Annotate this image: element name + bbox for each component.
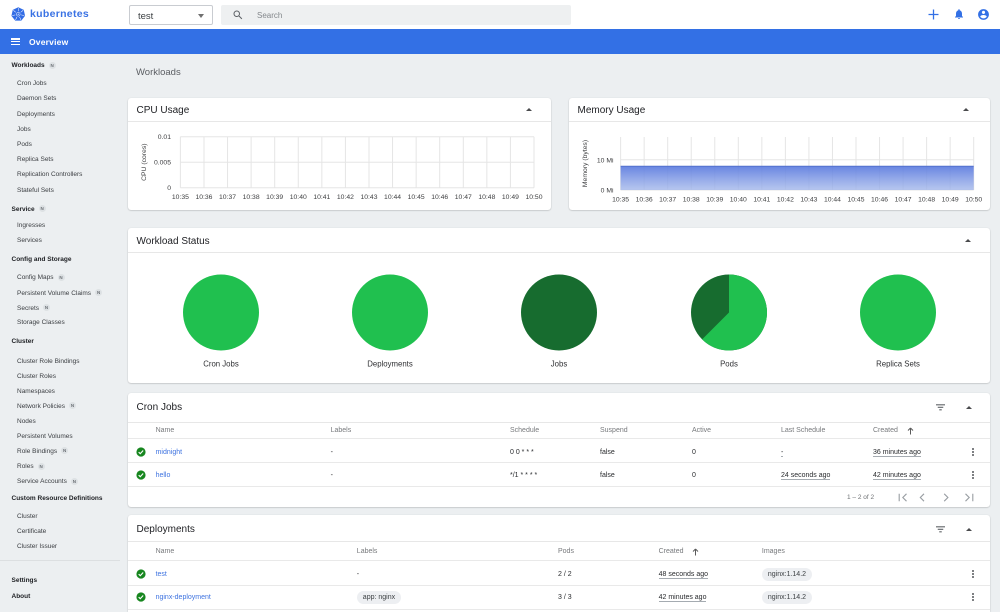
svg-text:10:36: 10:36	[195, 194, 212, 201]
svg-text:0.01: 0.01	[158, 134, 171, 141]
svg-text:10:42: 10:42	[777, 197, 794, 204]
svg-text:10:45: 10:45	[408, 194, 425, 201]
svg-text:10:44: 10:44	[824, 197, 841, 204]
svg-text:10:41: 10:41	[753, 197, 770, 204]
svg-text:Jobs: Jobs	[551, 360, 568, 369]
svg-text:10:37: 10:37	[659, 197, 676, 204]
svg-text:10:50: 10:50	[965, 197, 982, 204]
svg-text:10:37: 10:37	[219, 194, 236, 201]
svg-text:10:39: 10:39	[706, 197, 723, 204]
svg-text:10:36: 10:36	[636, 197, 653, 204]
svg-text:10:35: 10:35	[612, 197, 629, 204]
svg-text:Cron Jobs: Cron Jobs	[203, 360, 239, 369]
svg-text:10:38: 10:38	[243, 194, 260, 201]
svg-text:10:40: 10:40	[730, 197, 747, 204]
svg-text:10:39: 10:39	[266, 194, 283, 201]
svg-text:Pods: Pods	[720, 360, 738, 369]
svg-text:0 Mi: 0 Mi	[601, 188, 614, 195]
svg-text:10:48: 10:48	[478, 194, 495, 201]
svg-text:10:48: 10:48	[918, 197, 935, 204]
svg-text:Replica Sets: Replica Sets	[876, 360, 920, 369]
svg-text:CPU (cores): CPU (cores)	[141, 144, 148, 181]
svg-text:10:35: 10:35	[172, 194, 189, 201]
svg-text:10:47: 10:47	[455, 194, 472, 201]
svg-text:10:47: 10:47	[895, 197, 912, 204]
svg-text:10:46: 10:46	[431, 194, 448, 201]
svg-text:Memory (bytes): Memory (bytes)	[582, 140, 589, 187]
svg-text:10:43: 10:43	[360, 194, 377, 201]
svg-text:0: 0	[167, 185, 171, 192]
svg-text:10:49: 10:49	[942, 197, 959, 204]
svg-text:10 Mi: 10 Mi	[597, 157, 614, 164]
svg-text:Deployments: Deployments	[367, 360, 413, 369]
svg-text:0.005: 0.005	[154, 160, 171, 167]
svg-text:10:43: 10:43	[800, 197, 817, 204]
svg-text:10:42: 10:42	[337, 194, 354, 201]
svg-text:10:49: 10:49	[502, 194, 519, 201]
svg-text:10:40: 10:40	[290, 194, 307, 201]
svg-text:10:46: 10:46	[871, 197, 888, 204]
svg-text:10:50: 10:50	[525, 194, 542, 201]
svg-text:10:44: 10:44	[384, 194, 401, 201]
svg-text:10:38: 10:38	[683, 197, 700, 204]
svg-text:10:41: 10:41	[313, 194, 330, 201]
svg-text:10:45: 10:45	[847, 197, 864, 204]
